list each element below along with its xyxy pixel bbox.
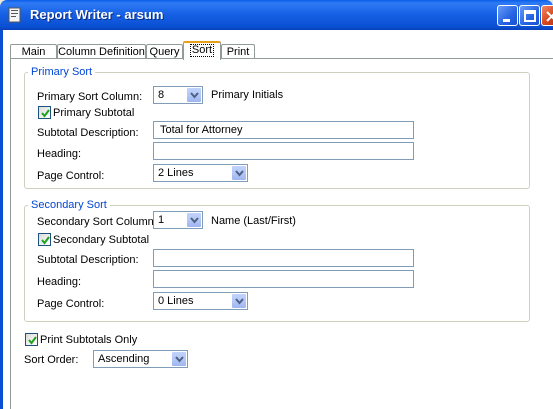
app-icon — [7, 7, 23, 23]
primary-sort-column-select[interactable]: 8 — [153, 86, 203, 104]
print-subtotals-only-label: Print Subtotals Only — [40, 334, 138, 346]
secondary-sort-column-select[interactable]: 1 — [153, 211, 203, 229]
chevron-down-icon[interactable] — [231, 293, 247, 309]
secondary-heading-input[interactable] — [153, 270, 414, 288]
chevron-down-icon[interactable] — [186, 212, 202, 228]
primary-subtotal-description-label: Subtotal Description: — [37, 127, 139, 139]
maximize-button[interactable] — [519, 5, 540, 26]
secondary-sort-title: Secondary Sort — [28, 199, 110, 211]
print-subtotals-only-checkbox[interactable] — [25, 333, 38, 346]
title-bar[interactable]: Report Writer - arsum — [0, 0, 553, 30]
primary-subtotal-description-input[interactable]: Total for Attorney — [153, 121, 414, 139]
primary-heading-label: Heading: — [37, 148, 82, 160]
primary-subtotal-label: Primary Subtotal — [53, 107, 135, 119]
primary-sort-title: Primary Sort — [28, 66, 96, 78]
secondary-subtotal-label: Secondary Subtotal — [53, 234, 150, 246]
report-writer-window: Report Writer - arsum Main Column Defini… — [0, 0, 553, 409]
secondary-sort-column-label: Secondary Sort Column: — [37, 216, 157, 228]
secondary-page-control-select[interactable]: 0 Lines — [153, 292, 248, 310]
sort-order-select[interactable]: Ascending — [93, 350, 188, 368]
window-title: Report Writer - arsum — [30, 7, 164, 22]
secondary-subtotal-description-label: Subtotal Description: — [37, 254, 139, 266]
secondary-sort-column-name: Name (Last/First) — [211, 215, 296, 227]
sort-order-label: Sort Order: — [24, 354, 79, 366]
primary-subtotal-checkbox[interactable] — [38, 106, 51, 119]
secondary-page-control-label: Page Control: — [37, 298, 105, 310]
chevron-down-icon[interactable] — [171, 351, 187, 367]
tab-sort[interactable]: Sort — [183, 41, 221, 60]
secondary-subtotal-checkbox[interactable] — [38, 233, 51, 246]
primary-page-control-select[interactable]: 2 Lines — [153, 164, 248, 182]
chevron-down-icon[interactable] — [186, 87, 202, 103]
chevron-down-icon[interactable] — [231, 165, 247, 181]
primary-sort-column-name: Primary Initials — [211, 89, 284, 101]
primary-page-control-label: Page Control: — [37, 170, 105, 182]
close-button[interactable] — [541, 5, 553, 26]
primary-sort-column-label: Primary Sort Column: — [37, 91, 143, 103]
minimize-button[interactable] — [497, 5, 518, 26]
secondary-heading-label: Heading: — [37, 276, 82, 288]
primary-heading-input[interactable] — [153, 142, 414, 160]
secondary-subtotal-description-input[interactable] — [153, 249, 414, 267]
